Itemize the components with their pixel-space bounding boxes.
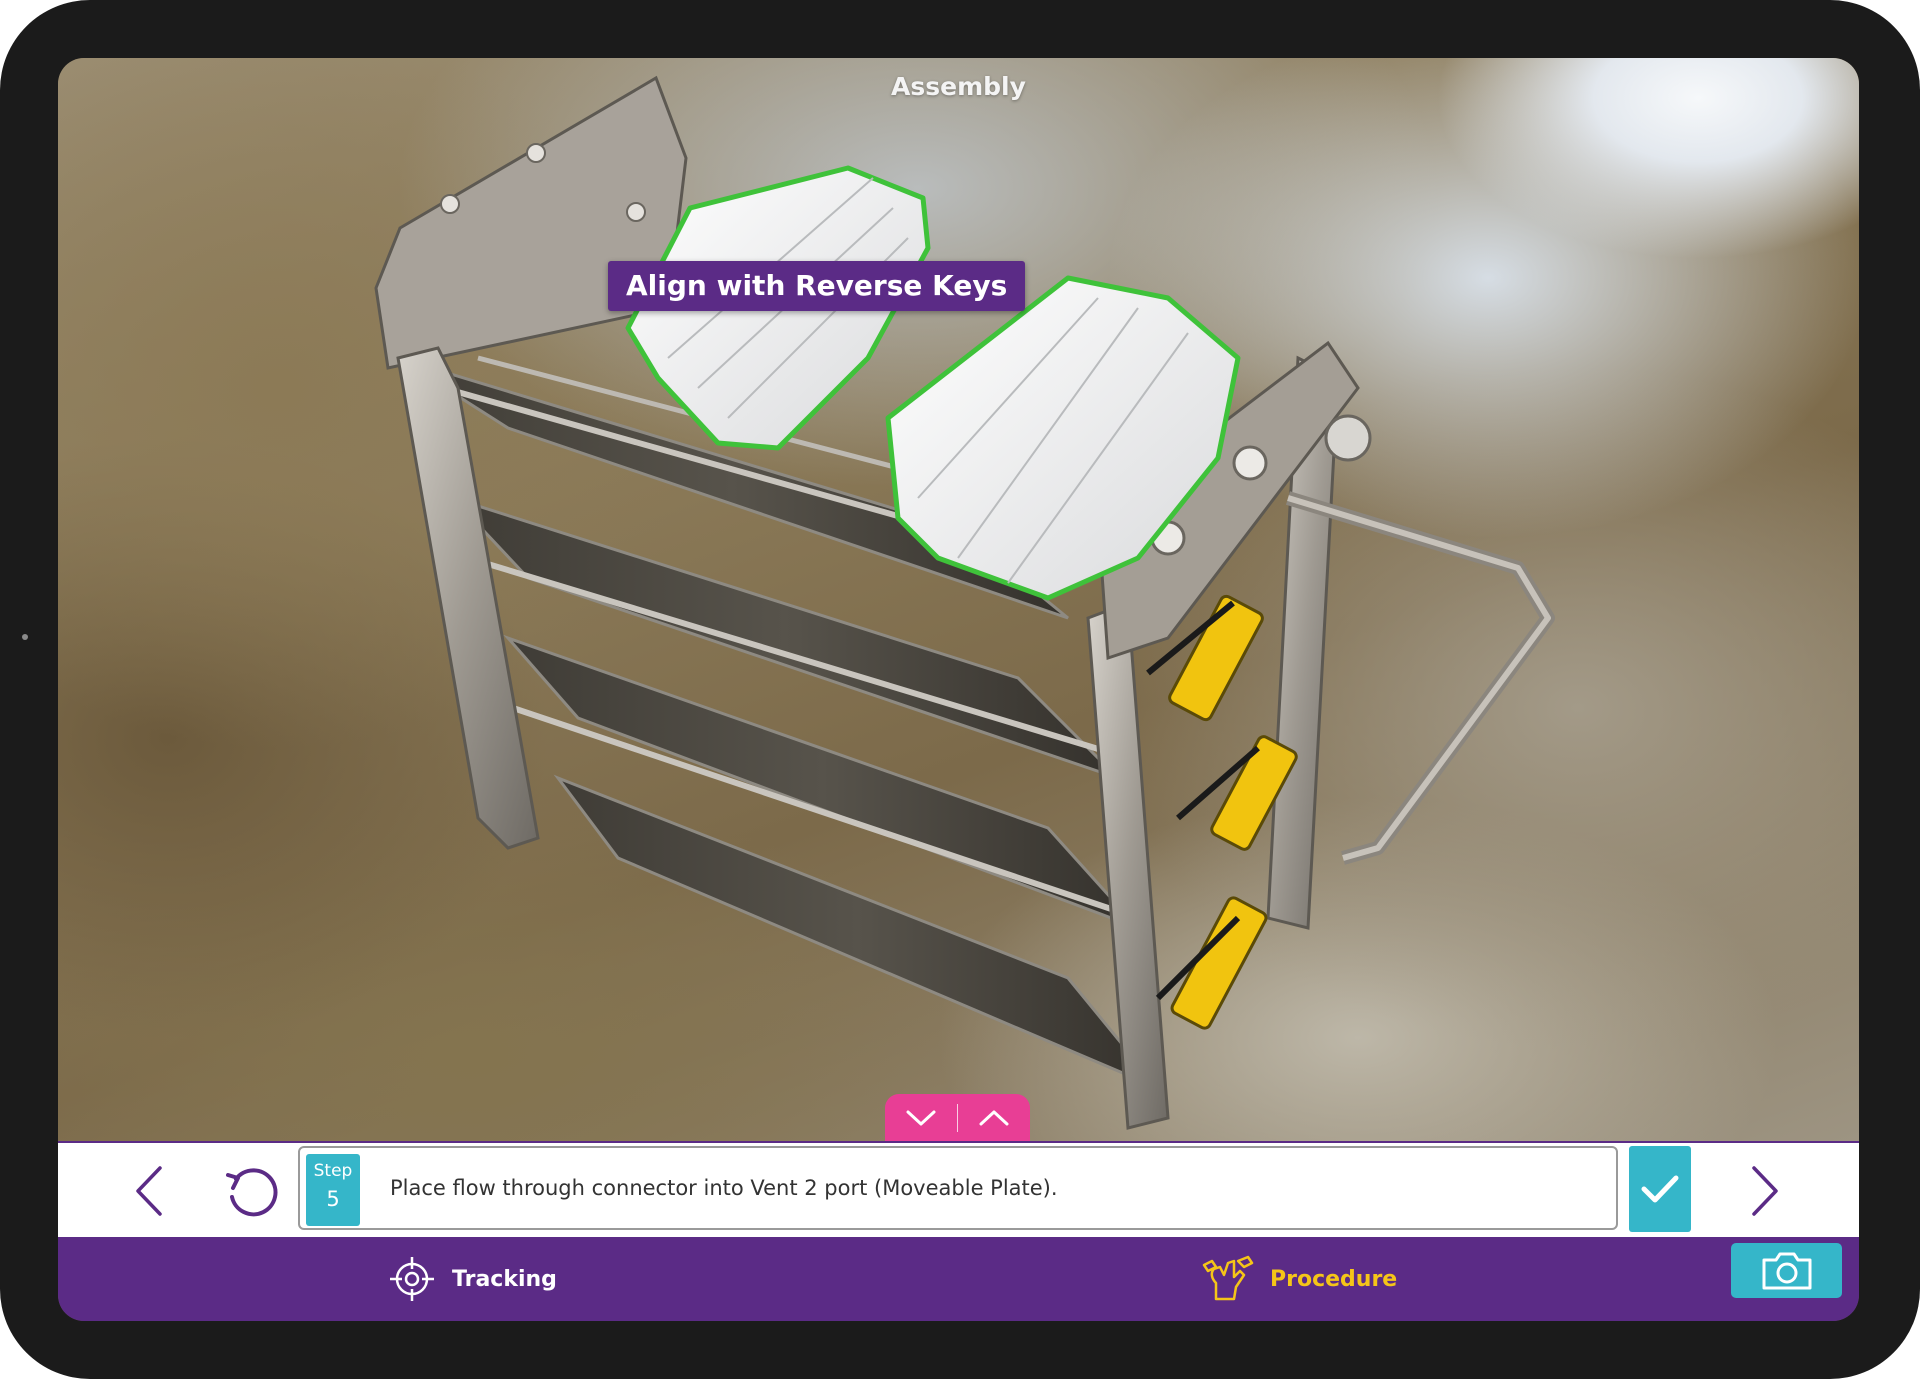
reset-icon xyxy=(226,1168,278,1217)
step-bar: Step 5 Place flow through connector into… xyxy=(58,1141,1859,1239)
step-number: 5 xyxy=(326,1187,340,1211)
tablet-device: Assembly Align with Reverse Keys Step 5 … xyxy=(0,0,1920,1379)
app-screen: Assembly Align with Reverse Keys Step 5 … xyxy=(58,58,1859,1321)
assembly-model[interactable] xyxy=(58,58,1859,1141)
chevron-left-icon xyxy=(136,1166,162,1216)
wrench-hand-icon xyxy=(1202,1255,1254,1301)
next-step-button[interactable] xyxy=(1740,1163,1790,1219)
view-title: Assembly xyxy=(891,72,1026,101)
instruction-callout: Align with Reverse Keys xyxy=(608,261,1026,311)
step-label: Step xyxy=(313,1161,353,1181)
drawer-toggle xyxy=(885,1094,1030,1141)
front-camera xyxy=(22,634,28,640)
expand-drawer-button[interactable] xyxy=(958,1094,1030,1141)
reset-step-button[interactable] xyxy=(220,1161,282,1223)
chevron-right-icon xyxy=(1752,1166,1778,1216)
step-instruction-box: Step 5 Place flow through connector into… xyxy=(298,1146,1618,1230)
crosshair-icon xyxy=(390,1257,434,1301)
tab-procedure[interactable]: Procedure xyxy=(1198,1237,1397,1321)
camera-icon xyxy=(1762,1252,1811,1289)
tab-tracking-label: Tracking xyxy=(452,1266,557,1292)
chevron-down-icon xyxy=(906,1110,936,1125)
confirm-step-button[interactable] xyxy=(1629,1146,1691,1232)
tab-tracking[interactable]: Tracking xyxy=(388,1237,557,1321)
collapse-drawer-button[interactable] xyxy=(885,1094,957,1141)
ar-viewport[interactable]: Assembly Align with Reverse Keys xyxy=(58,58,1859,1141)
chevron-up-icon xyxy=(979,1110,1009,1125)
step-number-badge: Step 5 xyxy=(306,1154,360,1226)
previous-step-button[interactable] xyxy=(124,1163,174,1219)
bottom-tab-bar: Tracking Procedure xyxy=(58,1237,1859,1321)
step-instruction-text: Place flow through connector into Vent 2… xyxy=(390,1176,1058,1200)
tab-procedure-label: Procedure xyxy=(1270,1266,1398,1292)
capture-button[interactable] xyxy=(1731,1243,1842,1298)
checkmark-icon xyxy=(1641,1175,1679,1203)
